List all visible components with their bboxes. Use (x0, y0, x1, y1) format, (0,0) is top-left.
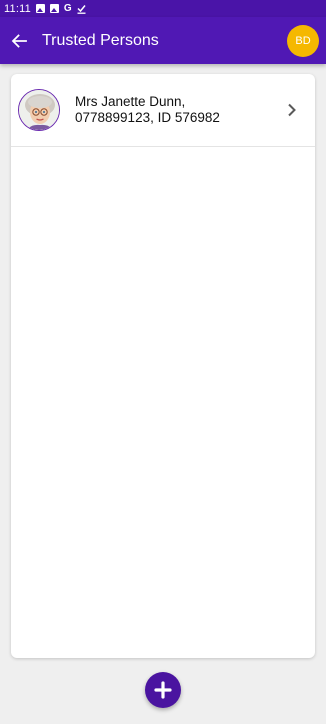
status-bar: 11:11 G (0, 0, 326, 17)
page-title: Trusted Persons (42, 31, 159, 49)
download-done-icon (77, 4, 86, 14)
person-avatar (18, 89, 60, 131)
user-avatar-button[interactable]: BD (287, 24, 319, 57)
person-name: Mrs Janette Dunn, (75, 94, 186, 109)
person-phone-id: 0778899123, ID 576982 (75, 110, 220, 125)
person-portrait-icon (19, 90, 59, 130)
plus-icon (154, 681, 172, 699)
arrow-back-icon (11, 33, 27, 48)
person-details: Mrs Janette Dunn, 0778899123, ID 576982 (75, 94, 277, 126)
trusted-persons-card: Mrs Janette Dunn, 0778899123, ID 576982 (11, 74, 315, 658)
chevron-right-icon (277, 103, 307, 117)
image-icon (49, 4, 59, 13)
add-trusted-person-button[interactable] (145, 672, 181, 708)
google-icon: G (63, 3, 72, 14)
image-icon (35, 4, 45, 13)
trusted-person-item[interactable]: Mrs Janette Dunn, 0778899123, ID 576982 (11, 74, 315, 147)
app-bar: Trusted Persons BD (0, 17, 326, 64)
back-button[interactable] (0, 17, 38, 64)
status-time: 11:11 (4, 2, 31, 15)
